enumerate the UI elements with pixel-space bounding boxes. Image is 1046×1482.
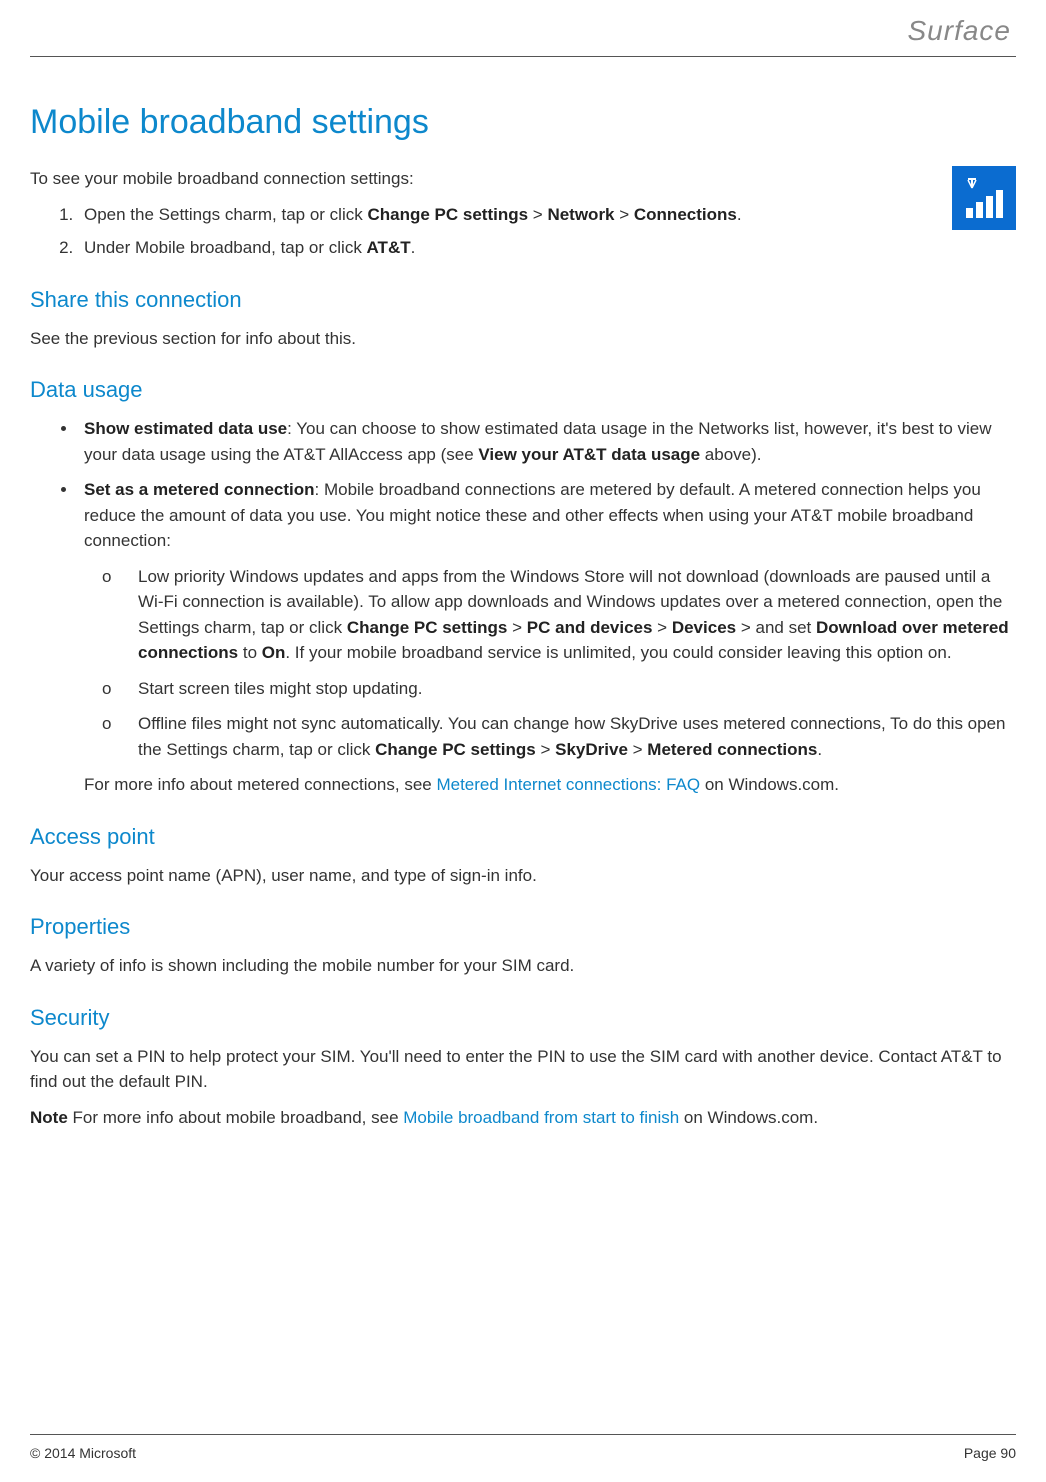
du-o3-gt1: > <box>536 740 555 759</box>
header-divider <box>30 56 1016 57</box>
du-o3-gt2: > <box>628 740 647 759</box>
properties-text: A variety of info is shown including the… <box>30 953 1016 979</box>
du-b1-text-b: above). <box>700 445 761 464</box>
data-usage-bullet-2: Set as a metered connection: Mobile broa… <box>78 477 1016 798</box>
du-o3-end: . <box>817 740 822 759</box>
du-o1-gt1: > <box>507 618 526 637</box>
du-o1-gt3: > <box>736 618 755 637</box>
du-o1-b5: On <box>262 643 286 662</box>
page-title: Mobile broadband settings <box>30 97 1016 148</box>
du-sub-1: Low priority Windows updates and apps fr… <box>132 564 1016 666</box>
du-b2-colon: : <box>315 480 324 499</box>
du-more-a: For more info about metered connections,… <box>84 775 436 794</box>
du-b1-colon: : <box>287 419 296 438</box>
step-1-gt1: > <box>528 205 547 224</box>
heading-access-point: Access point <box>30 820 1016 853</box>
footer-copyright: © 2014 Microsoft <box>30 1443 136 1464</box>
du-b1-bold: View your AT&T data usage <box>478 445 700 464</box>
du-b2-lead: Set as a metered connection <box>84 480 315 499</box>
du-b1-lead: Show estimated data use <box>84 419 287 438</box>
du-o1-to: to <box>238 643 262 662</box>
du-more: For more info about metered connections,… <box>84 772 1016 798</box>
heading-data-usage: Data usage <box>30 373 1016 406</box>
brand-logo: Surface <box>30 10 1016 52</box>
heading-share: Share this connection <box>30 283 1016 316</box>
metered-faq-link[interactable]: Metered Internet connections: FAQ <box>436 775 700 794</box>
data-usage-bullet-1: Show estimated data use: You can choose … <box>78 416 1016 467</box>
du-o3-b1: Change PC settings <box>375 740 536 759</box>
du-o1-b3: Devices <box>672 618 736 637</box>
du-sub-3: Offline files might not sync automatical… <box>132 711 1016 762</box>
footer-page-number: Page 90 <box>964 1443 1016 1464</box>
du-o1-gt2: > <box>652 618 671 637</box>
intro-text: To see your mobile broadband connection … <box>30 166 1016 192</box>
du-o1-end: . If your mobile broadband service is un… <box>285 643 951 662</box>
step-2: Under Mobile broadband, tap or click AT&… <box>78 235 1016 261</box>
note-lead: Note <box>30 1108 68 1127</box>
security-text: You can set a PIN to help protect your S… <box>30 1044 1016 1095</box>
step-1-b1: Change PC settings <box>367 205 528 224</box>
mobile-broadband-link[interactable]: Mobile broadband from start to finish <box>403 1108 679 1127</box>
du-o1-b1: Change PC settings <box>347 618 508 637</box>
du-o3-b3: Metered connections <box>647 740 817 759</box>
du-more-b: on Windows.com. <box>700 775 839 794</box>
step-1-text-a: Open the Settings charm, tap or click <box>84 205 367 224</box>
du-o3-b2: SkyDrive <box>555 740 628 759</box>
du-o1-b2: PC and devices <box>527 618 653 637</box>
security-note: Note For more info about mobile broadban… <box>30 1105 1016 1131</box>
step-1-b2: Network <box>547 205 614 224</box>
step-2-end: . <box>411 238 416 257</box>
step-1-b3: Connections <box>634 205 737 224</box>
share-text: See the previous section for info about … <box>30 326 1016 352</box>
heading-properties: Properties <box>30 910 1016 943</box>
step-2-b: AT&T <box>367 238 411 257</box>
step-2-text-a: Under Mobile broadband, tap or click <box>84 238 367 257</box>
du-sub-2: Start screen tiles might stop updating. <box>132 676 1016 702</box>
note-b: on Windows.com. <box>679 1108 818 1127</box>
heading-security: Security <box>30 1001 1016 1034</box>
access-point-text: Your access point name (APN), user name,… <box>30 863 1016 889</box>
step-1-gt2: > <box>615 205 634 224</box>
mobile-signal-icon <box>952 166 1016 230</box>
note-a: For more info about mobile broadband, se… <box>68 1108 403 1127</box>
step-1-end: . <box>737 205 742 224</box>
du-o1-mid: and set <box>755 618 816 637</box>
step-1: Open the Settings charm, tap or click Ch… <box>78 202 1016 228</box>
